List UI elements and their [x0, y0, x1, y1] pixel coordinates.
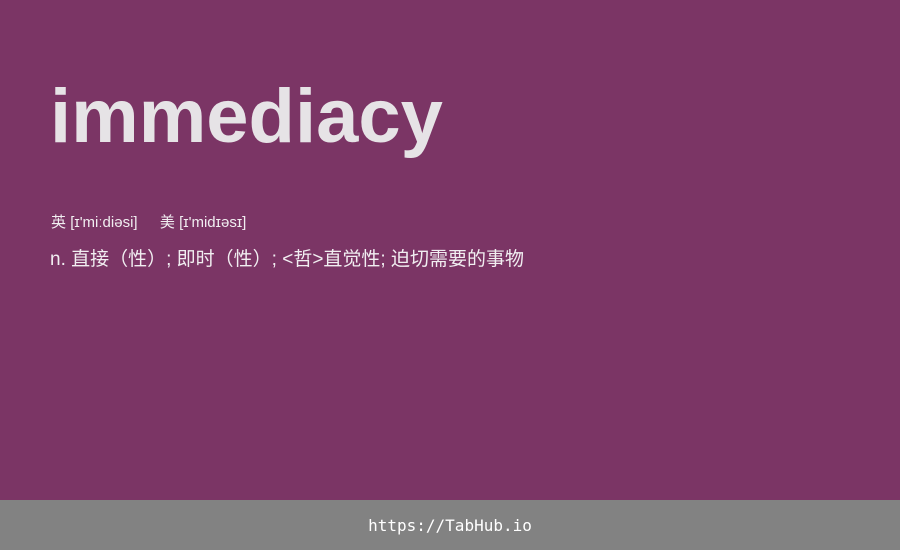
- tabhub-link[interactable]: https://TabHub.io: [368, 516, 532, 535]
- footer-bar: https://TabHub.io: [0, 500, 900, 550]
- us-phonetic: [ɪ'midɪəsɪ]: [179, 214, 247, 231]
- uk-phonetic: [ɪ'miːdiəsi]: [70, 214, 138, 231]
- pronunciation-row: 英 [ɪ'miːdiəsi] 美 [ɪ'midɪəsɪ]: [51, 213, 246, 233]
- us-label: 美: [159, 214, 175, 231]
- definition-text: n. 直接（性）; 即时（性）; <哲>直觉性; 迫切需要的事物: [50, 249, 524, 270]
- uk-label: 英: [51, 214, 67, 231]
- headword: immediacy: [50, 74, 443, 159]
- word-card: immediacy 英 [ɪ'miːdiəsi] 美 [ɪ'midɪəsɪ] n…: [0, 0, 900, 500]
